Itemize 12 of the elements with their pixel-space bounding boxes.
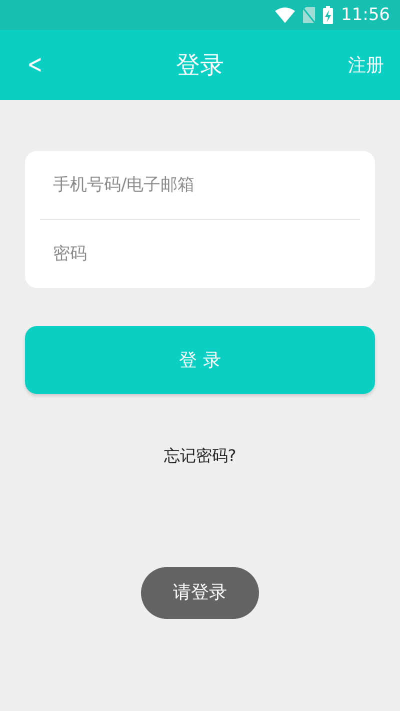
account-field[interactable]: 手机号码/电子邮箱 — [25, 151, 375, 219]
page-title: 登录 — [176, 50, 224, 81]
no-sim-icon — [303, 7, 315, 23]
back-button[interactable]: < — [22, 50, 48, 80]
battery-icon — [323, 6, 333, 24]
toast-message: 请登录 — [141, 567, 259, 619]
forgot-password-link[interactable]: 忘记密码? — [164, 446, 236, 467]
password-field[interactable]: 密码 — [25, 220, 375, 288]
wifi-icon — [275, 7, 295, 23]
register-button[interactable]: 注册 — [348, 53, 384, 77]
status-time: 11:56 — [341, 5, 390, 25]
login-button[interactable]: 登 录 — [25, 326, 375, 394]
